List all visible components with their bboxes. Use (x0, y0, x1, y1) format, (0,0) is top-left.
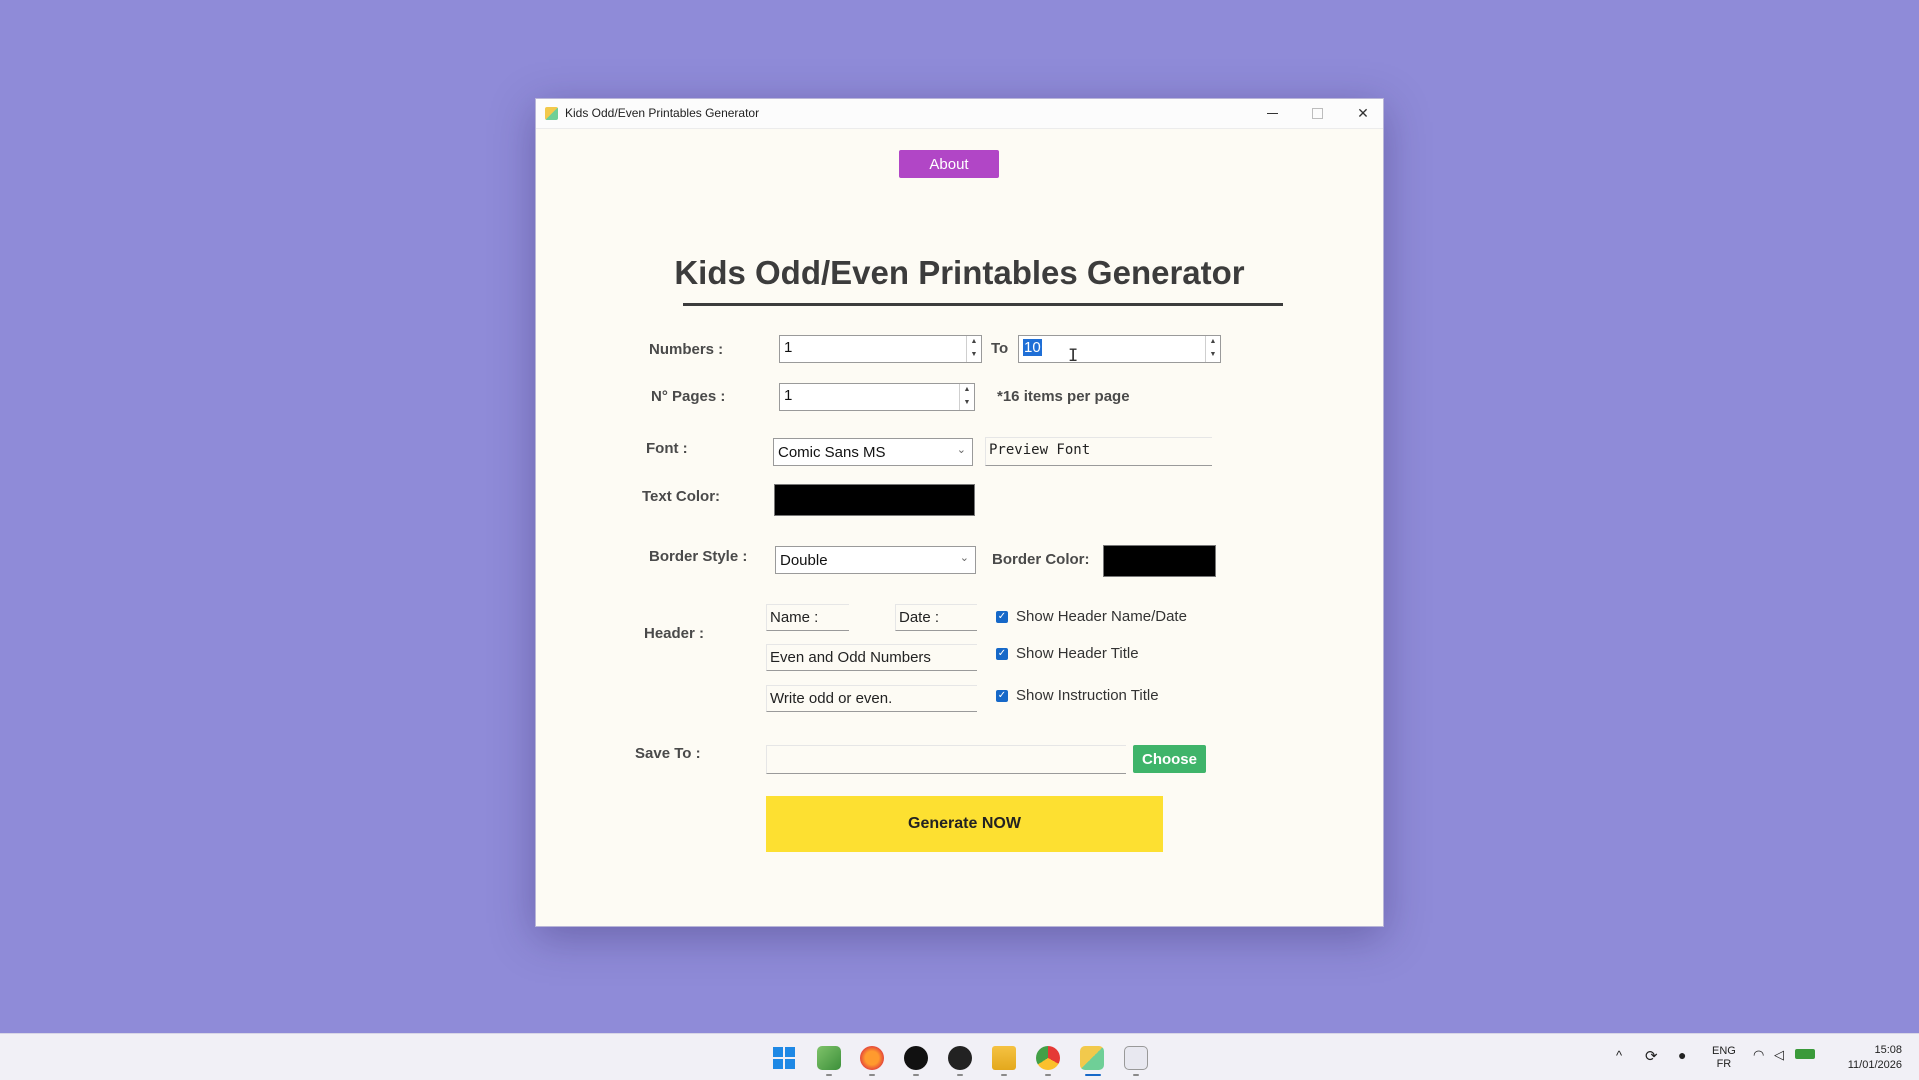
minimize-button[interactable] (1249, 99, 1295, 128)
chatgpt-icon[interactable] (948, 1046, 972, 1070)
title-bar[interactable]: Kids Odd/Even Printables Generator ✕ (536, 99, 1383, 129)
save-path-input[interactable] (766, 745, 1126, 774)
wifi-icon[interactable]: ◠ (1753, 1047, 1764, 1063)
numbers-from-value: 1 (784, 339, 793, 356)
items-per-page-note: *16 items per page (997, 388, 1130, 405)
checkbox-checked-icon[interactable]: ✓ (996, 610, 1008, 623)
window-title: Kids Odd/Even Printables Generator (565, 106, 760, 120)
maximize-icon (1311, 108, 1323, 119)
text-color-swatch[interactable] (774, 484, 975, 516)
clock-time: 15:08 (1874, 1044, 1902, 1056)
odd-even-app-icon[interactable] (1080, 1046, 1104, 1070)
font-preview: Preview Font (985, 437, 1212, 466)
font-select[interactable]: Comic Sans MS ⌄ (773, 438, 973, 466)
chevron-down-icon: ⌄ (959, 552, 969, 564)
spin-arrows[interactable]: ▲ ▼ (1205, 336, 1220, 362)
chrome-icon[interactable] (1036, 1046, 1060, 1070)
start-icon[interactable] (772, 1046, 796, 1070)
show-instruction-title-checkbox[interactable]: ✓ Show Instruction Title (996, 687, 1159, 704)
spin-up-icon[interactable]: ▲ (1206, 336, 1220, 349)
border-style-selected: Double (780, 552, 828, 569)
spin-down-icon[interactable]: ▼ (1206, 349, 1220, 362)
clock[interactable]: 15:08 11/01/2026 (1838, 1043, 1902, 1073)
chevron-up-icon[interactable]: ^ (1616, 1048, 1622, 1063)
header-date-field[interactable]: Date : (895, 604, 977, 631)
header-label: Header : (644, 625, 705, 642)
battery-icon[interactable] (1795, 1049, 1815, 1059)
maximize-button[interactable] (1294, 99, 1340, 128)
numbers-to-value: 10 (1023, 339, 1042, 356)
numbers-label: Numbers : (649, 341, 724, 358)
numbers-from-spinner[interactable]: 1 ▲ ▼ (779, 335, 982, 363)
close-button[interactable]: ✕ (1340, 99, 1386, 128)
show-instruction-title-label: Show Instruction Title (1016, 687, 1159, 704)
numbers-to-spinner[interactable]: 10 ▲ ▼ (1018, 335, 1221, 363)
numbers-to-label: To (991, 340, 1009, 357)
pages-value: 1 (784, 387, 793, 404)
border-color-label: Border Color: (992, 551, 1090, 568)
checkbox-checked-icon[interactable]: ✓ (996, 689, 1008, 702)
language-indicator[interactable]: ENG FR (1712, 1045, 1736, 1071)
header-name-field[interactable]: Name : (766, 604, 849, 631)
show-header-name-date-checkbox[interactable]: ✓ Show Header Name/Date (996, 608, 1187, 625)
spin-arrows[interactable]: ▲ ▼ (959, 384, 974, 410)
chevron-down-icon: ⌄ (956, 444, 966, 456)
spin-up-icon[interactable]: ▲ (967, 336, 981, 349)
microphone-icon[interactable]: ● (1678, 1047, 1686, 1063)
border-style-label: Border Style : (649, 548, 748, 565)
show-header-title-label: Show Header Title (1016, 645, 1139, 662)
font-selected: Comic Sans MS (778, 444, 886, 461)
sync-icon[interactable]: ⟳ (1645, 1047, 1658, 1065)
volume-icon[interactable]: ◁ (1774, 1047, 1784, 1063)
file-explorer-icon[interactable] (992, 1046, 1016, 1070)
font-label: Font : (646, 440, 688, 457)
text-cursor-icon: I (1068, 346, 1079, 366)
show-header-name-date-label: Show Header Name/Date (1016, 608, 1187, 625)
border-style-select[interactable]: Double ⌄ (775, 546, 976, 574)
pages-label: N° Pages : (651, 388, 726, 405)
checkbox-checked-icon[interactable]: ✓ (996, 647, 1008, 660)
header-instruction-field[interactable]: Write odd or even. (766, 685, 977, 712)
spin-down-icon[interactable]: ▼ (960, 397, 974, 410)
close-icon: ✕ (1357, 105, 1369, 121)
app-generator-icon[interactable] (817, 1046, 841, 1070)
spin-up-icon[interactable]: ▲ (960, 384, 974, 397)
border-color-swatch[interactable] (1103, 545, 1216, 577)
app-icon (545, 107, 558, 120)
snipping-tool-icon[interactable] (1124, 1046, 1148, 1070)
spin-down-icon[interactable]: ▼ (967, 349, 981, 362)
spin-arrows[interactable]: ▲ ▼ (966, 336, 981, 362)
title-underline (683, 303, 1283, 306)
save-to-label: Save To : (635, 745, 701, 762)
app-window: Kids Odd/Even Printables Generator ✕ Abo… (535, 98, 1384, 927)
header-title-field[interactable]: Even and Odd Numbers (766, 644, 977, 671)
lang-bottom: FR (1716, 1058, 1732, 1070)
pages-spinner[interactable]: 1 ▲ ▼ (779, 383, 975, 411)
about-button[interactable]: About (899, 150, 999, 178)
obs-icon[interactable] (904, 1046, 928, 1070)
lang-top: ENG (1712, 1045, 1736, 1057)
text-color-label: Text Color: (642, 488, 721, 505)
choose-button[interactable]: Choose (1133, 745, 1206, 773)
generate-button[interactable]: Generate NOW (766, 796, 1163, 852)
clock-date: 11/01/2026 (1847, 1059, 1902, 1071)
show-header-title-checkbox[interactable]: ✓ Show Header Title (996, 645, 1139, 662)
taskbar: ^ ⟳ ● ENG FR ◠ ◁ 15:08 11/01/2026 (0, 1033, 1919, 1080)
minimize-icon (1266, 113, 1278, 114)
page-title: Kids Odd/Even Printables Generator (674, 254, 1245, 291)
firefox-icon[interactable] (860, 1046, 884, 1070)
